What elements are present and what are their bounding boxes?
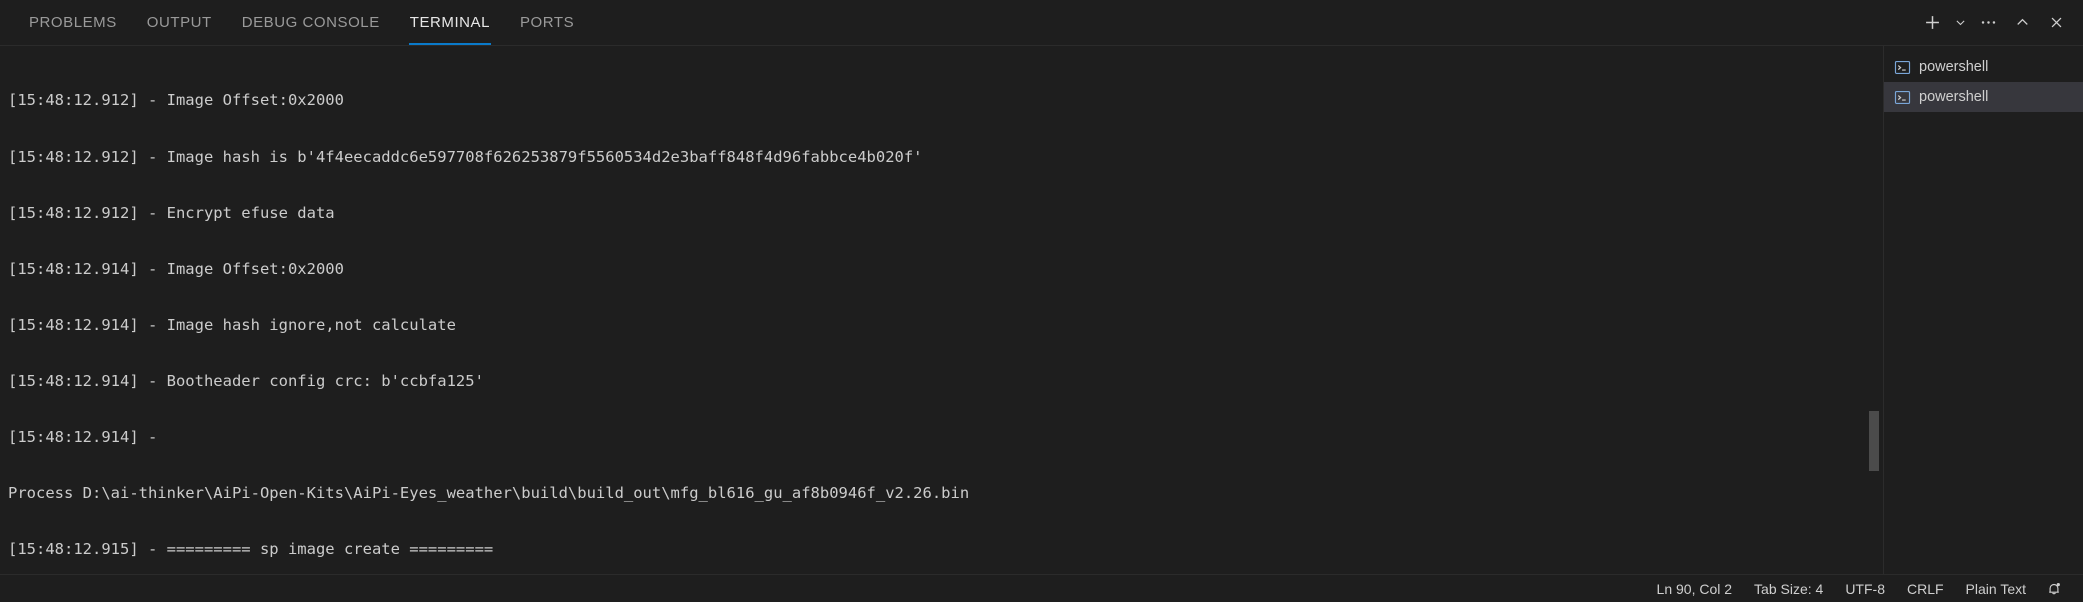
panel-tab-list: PROBLEMS OUTPUT DEBUG CONSOLE TERMINAL P… bbox=[14, 0, 589, 45]
vscode-panel: PROBLEMS OUTPUT DEBUG CONSOLE TERMINAL P… bbox=[0, 0, 2083, 602]
status-bar: Ln 90, Col 2 Tab Size: 4 UTF-8 CRLF Plai… bbox=[0, 574, 2083, 602]
tab-problems[interactable]: PROBLEMS bbox=[14, 0, 132, 45]
status-label: Ln 90, Col 2 bbox=[1656, 580, 1733, 597]
terminal-line: [15:48:12.912] - Image Offset:0x2000 bbox=[8, 91, 344, 110]
status-label: UTF-8 bbox=[1845, 580, 1885, 597]
status-editor-position[interactable]: Ln 90, Col 2 bbox=[1646, 575, 1744, 602]
tab-label: TERMINAL bbox=[409, 14, 490, 31]
terminal-line: [15:48:12.914] - bbox=[8, 427, 158, 446]
terminal-line: [15:48:12.914] - Bootheader config crc: … bbox=[8, 371, 484, 390]
terminal-line: [15:48:12.914] - Image hash ignore,not c… bbox=[8, 315, 456, 334]
panel-header-actions bbox=[1915, 0, 2083, 45]
terminal-scrollbar-thumb[interactable] bbox=[1869, 411, 1879, 471]
terminal-line: [15:48:12.914] - Image Offset:0x2000 bbox=[8, 259, 344, 278]
terminal-tabs-list: powershell powershell bbox=[1883, 46, 2083, 574]
tab-label: PORTS bbox=[520, 14, 575, 31]
tab-label: PROBLEMS bbox=[29, 14, 117, 31]
terminal-list-item-1[interactable]: powershell bbox=[1884, 52, 2083, 82]
terminal-output-area[interactable]: [15:48:12.912] - Image Offset:0x2000 [15… bbox=[0, 46, 1883, 574]
bell-dot-icon bbox=[2049, 582, 2060, 594]
tab-label: OUTPUT bbox=[146, 14, 212, 31]
status-label: Tab Size: 4 bbox=[1754, 580, 1824, 597]
terminal-line: [15:48:12.915] - ========= sp image crea… bbox=[8, 540, 494, 559]
panel-body: [15:48:12.912] - Image Offset:0x2000 [15… bbox=[0, 46, 2083, 574]
tab-label: DEBUG CONSOLE bbox=[241, 14, 380, 31]
terminal-line: [15:48:12.912] - Image hash is b'4f4eeca… bbox=[8, 147, 923, 166]
status-notifications[interactable] bbox=[2037, 575, 2071, 602]
new-terminal-button[interactable] bbox=[1915, 6, 1949, 40]
maximize-panel-size-button[interactable] bbox=[2005, 6, 2039, 40]
terminal-icon bbox=[1894, 90, 1911, 104]
status-editor-language[interactable]: Plain Text bbox=[1955, 575, 2037, 602]
terminal-icon bbox=[1894, 60, 1911, 74]
status-editor-indentation[interactable]: Tab Size: 4 bbox=[1743, 575, 1834, 602]
tab-ports[interactable]: PORTS bbox=[505, 0, 589, 45]
terminal-line: [15:48:12.912] - Encrypt efuse data bbox=[8, 203, 335, 222]
status-editor-encoding[interactable]: UTF-8 bbox=[1834, 575, 1896, 602]
terminal-list-item-label: powershell bbox=[1919, 59, 1989, 75]
tab-debug-console[interactable]: DEBUG CONSOLE bbox=[227, 0, 395, 45]
terminal-list-item-label: powershell bbox=[1919, 89, 1989, 105]
views-and-more-actions-button[interactable] bbox=[1971, 6, 2005, 40]
panel-header: PROBLEMS OUTPUT DEBUG CONSOLE TERMINAL P… bbox=[0, 0, 2083, 46]
tab-terminal[interactable]: TERMINAL bbox=[395, 0, 505, 45]
close-panel-button[interactable] bbox=[2039, 6, 2073, 40]
status-editor-eol[interactable]: CRLF bbox=[1896, 575, 1955, 602]
terminal-line: Process D:\ai-thinker\AiPi-Open-Kits\AiP… bbox=[8, 484, 970, 503]
terminal-list-item-2[interactable]: powershell bbox=[1884, 82, 2083, 112]
tab-output[interactable]: OUTPUT bbox=[132, 0, 227, 45]
status-label: CRLF bbox=[1906, 580, 1944, 597]
launch-profile-button[interactable] bbox=[1949, 6, 1971, 40]
terminal-lines: [15:48:12.912] - Image Offset:0x2000 [15… bbox=[8, 54, 1883, 574]
status-label: Plain Text bbox=[1965, 580, 2026, 597]
